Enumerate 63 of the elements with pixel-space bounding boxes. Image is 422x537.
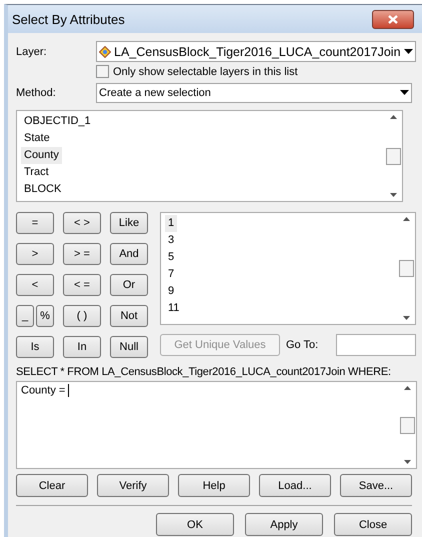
value-item[interactable]: 11: [165, 300, 182, 317]
value-item[interactable]: 1: [165, 215, 178, 232]
expression-button[interactable]: Save...: [340, 474, 412, 497]
field-item[interactable]: County: [21, 147, 62, 164]
operator-button[interactable]: Not: [110, 305, 148, 327]
scroll-down-arrow-icon[interactable]: [403, 316, 410, 320]
scroll-up-arrow-icon[interactable]: [403, 217, 410, 221]
value-item[interactable]: 9: [165, 283, 178, 300]
scroll-thumb[interactable]: [400, 416, 415, 434]
value-item[interactable]: 3: [165, 232, 178, 249]
value-item[interactable]: 7: [165, 266, 178, 283]
close-icon: [388, 14, 398, 24]
operator-button[interactable]: < =: [63, 274, 101, 296]
scroll-up-arrow-icon[interactable]: [390, 115, 397, 119]
dialog-button[interactable]: Apply: [245, 513, 323, 536]
operator-button[interactable]: And: [110, 243, 148, 265]
sql-label: SELECT * FROM LA_CensusBlock_Tiger2016_LUCA_count2017Join WHERE:: [16, 366, 391, 378]
dialog-button[interactable]: Close: [334, 513, 412, 536]
method-dropdown[interactable]: Create a new selection: [96, 83, 412, 103]
field-item[interactable]: State: [21, 130, 53, 147]
dropdown-arrow-icon[interactable]: [400, 90, 409, 96]
expression-button[interactable]: Help: [178, 474, 250, 497]
operator-button[interactable]: < >: [63, 212, 101, 234]
operator-button[interactable]: In: [63, 336, 101, 358]
scroll-down-arrow-icon[interactable]: [404, 460, 411, 464]
layer-diamond-icon: [99, 46, 111, 58]
goto-field[interactable]: [336, 334, 416, 356]
expression-button[interactable]: Verify: [97, 474, 169, 497]
operator-button[interactable]: > =: [63, 243, 101, 265]
operator-button[interactable]: ( ): [63, 305, 101, 327]
expression-button[interactable]: Load...: [259, 474, 331, 497]
checkbox[interactable]: [96, 65, 109, 78]
value-item[interactable]: 5: [165, 249, 178, 266]
operator-button[interactable]: Like: [110, 212, 148, 234]
operator-button[interactable]: <: [16, 274, 54, 296]
expression-button[interactable]: Clear: [16, 474, 88, 497]
operator-button[interactable]: >: [16, 243, 54, 265]
dropdown-arrow-icon[interactable]: [404, 48, 413, 54]
operator-button[interactable]: =: [16, 212, 54, 234]
scroll-down-arrow-icon[interactable]: [390, 193, 397, 197]
field-item[interactable]: BLOCK: [21, 181, 64, 198]
operator-button[interactable]: _: [16, 305, 34, 327]
method-label: Method:: [16, 87, 57, 99]
operator-button[interactable]: Or: [110, 274, 148, 296]
close-button[interactable]: [372, 10, 414, 28]
dialog-button[interactable]: OK: [156, 513, 234, 536]
goto-label: Go To:: [286, 339, 318, 351]
scroll-thumb[interactable]: [399, 260, 414, 277]
expression-field[interactable]: County =: [16, 381, 417, 469]
field-item[interactable]: OBJECTID_1: [21, 113, 94, 130]
window-title: Select By Attributes: [12, 12, 125, 26]
layer-name: LA_CensusBlock_Tiger2016_LUCA_count2017Join: [114, 44, 401, 58]
expression-text: County =: [21, 384, 70, 397]
method-value: Create a new selection: [99, 87, 212, 99]
operator-button[interactable]: Null: [110, 336, 148, 358]
scroll-thumb[interactable]: [386, 148, 401, 164]
layer-dropdown[interactable]: LA_CensusBlock_Tiger2016_LUCA_count2017Join: [96, 41, 416, 62]
checkbox-label: Only show selectable layers in this list: [113, 66, 298, 78]
operator-button[interactable]: %: [36, 305, 54, 327]
field-item[interactable]: Tract: [21, 164, 52, 181]
operator-button[interactable]: Is: [16, 336, 54, 358]
layer-label: Layer:: [16, 46, 48, 58]
scroll-up-arrow-icon[interactable]: [404, 386, 411, 390]
